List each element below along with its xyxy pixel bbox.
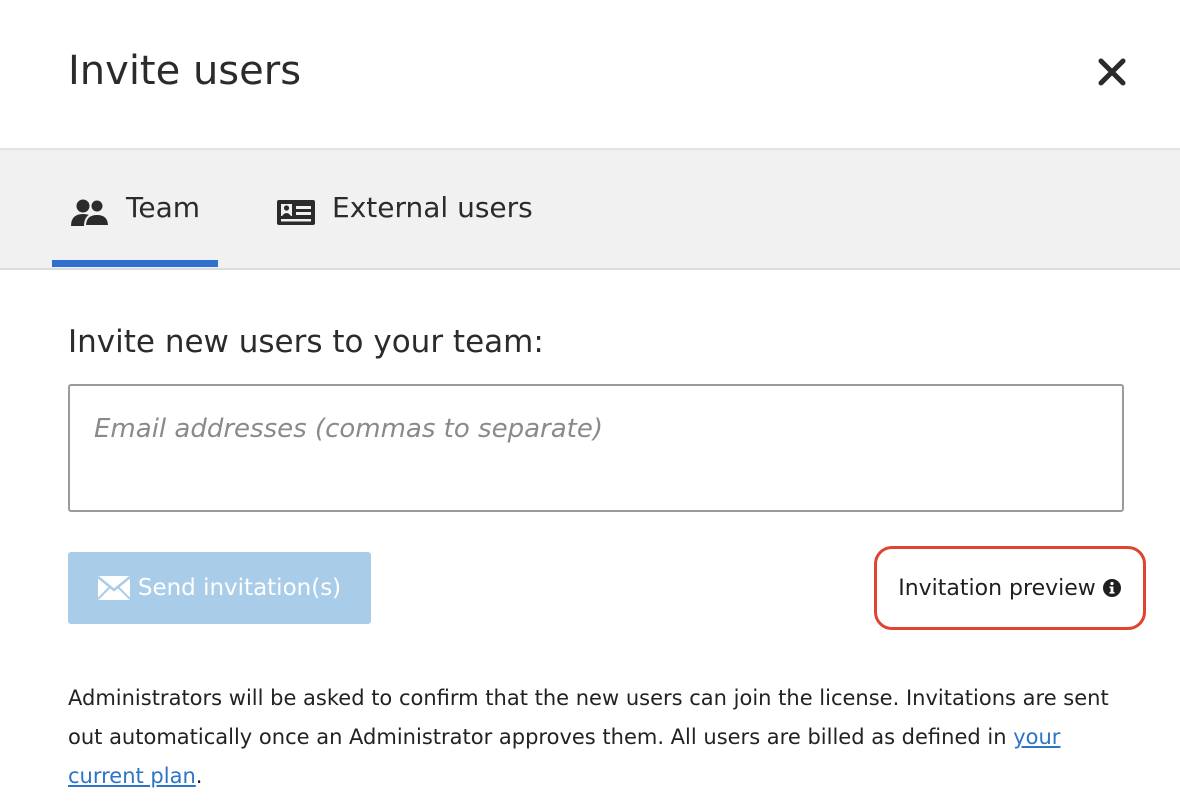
invite-section-label: Invite new users to your team: [68, 324, 544, 360]
tab-external-users[interactable]: External users [276, 150, 546, 268]
info-icon [1102, 579, 1121, 597]
close-button[interactable] [1094, 54, 1130, 90]
billing-footnote-text: Administrators will be asked to confirm … [68, 686, 1109, 749]
tabs-bar: Team External users [0, 150, 1180, 270]
envelope-icon [97, 576, 130, 600]
send-invitations-label: Send invitation(s) [137, 575, 342, 601]
id-card-icon [277, 200, 315, 225]
send-invitations-button[interactable]: Send invitation(s) [68, 552, 371, 624]
dialog-header: Invite users [0, 0, 1180, 150]
invite-users-dialog: Invite users Team External users Invite … [0, 0, 1180, 808]
dialog-title: Invite users [68, 48, 302, 94]
tab-team-label: Team [126, 190, 201, 224]
invitation-preview-label: Invitation preview [898, 575, 1096, 601]
team-icon [71, 198, 110, 227]
billing-footnote-suffix: . [195, 764, 203, 788]
tab-external-users-label: External users [332, 190, 533, 224]
active-tab-indicator [52, 260, 218, 267]
billing-footnote: Administrators will be asked to confirm … [68, 679, 1128, 796]
invitation-preview-link[interactable]: Invitation preview [874, 546, 1146, 630]
close-icon [1098, 58, 1126, 86]
email-addresses-input[interactable] [68, 384, 1124, 512]
tab-team[interactable]: Team [52, 150, 218, 268]
